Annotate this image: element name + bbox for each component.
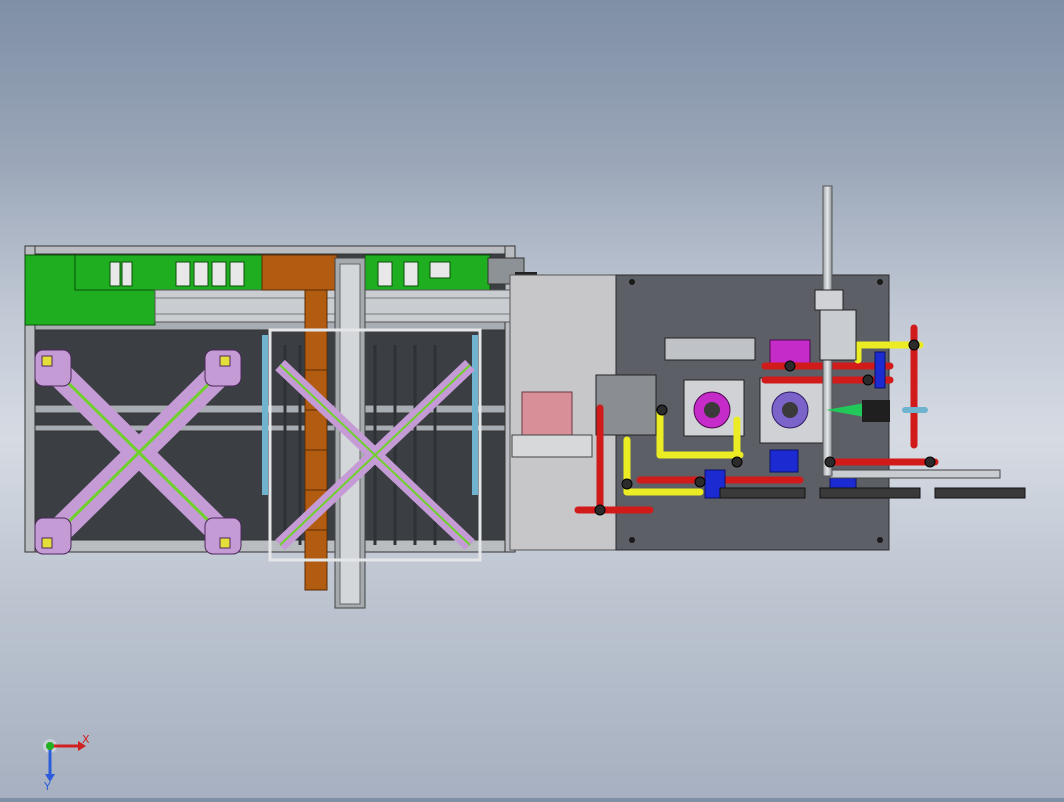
assembly-drawing (24, 185, 1026, 609)
x-axis-label: X (82, 733, 90, 746)
axis-triad: X Y (40, 728, 110, 798)
cad-viewport[interactable]: X Y (0, 0, 1064, 798)
y-axis-label: Y (44, 780, 51, 793)
sensor-head (862, 400, 890, 422)
